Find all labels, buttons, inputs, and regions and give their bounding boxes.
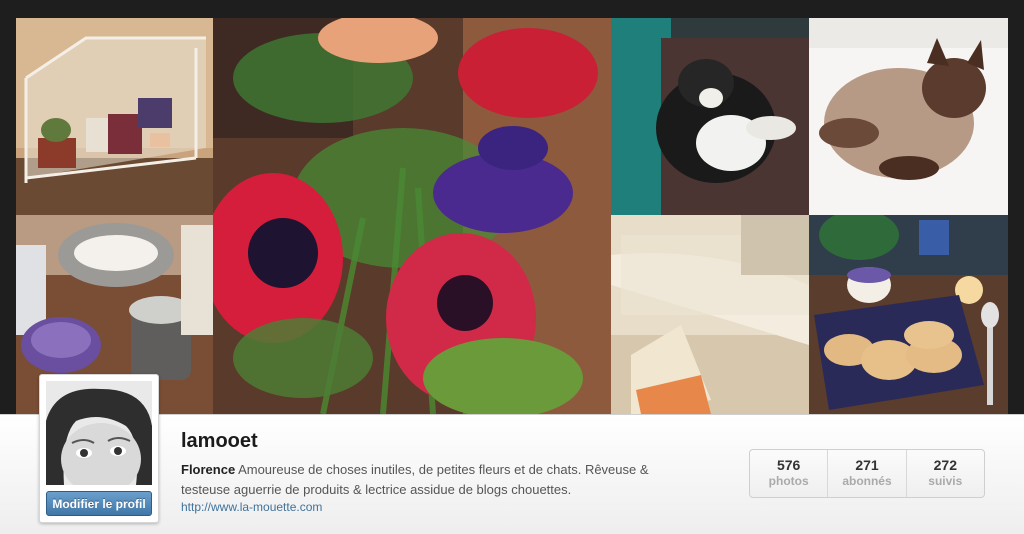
profile-bio-text: Amoureuse de choses inutiles, de petites…	[181, 462, 649, 497]
greenhouse-photo[interactable]	[16, 18, 213, 215]
profile-website-link[interactable]: http://www.la-mouette.com	[181, 500, 322, 514]
avatar-card: Modifier le profil	[39, 374, 159, 523]
profile-username: lamooet	[181, 430, 258, 452]
stat-following-count: 272	[933, 457, 957, 473]
stat-followers-count: 271	[855, 457, 879, 473]
edit-profile-button[interactable]: Modifier le profil	[46, 491, 152, 516]
stat-following-label: suivis	[928, 474, 963, 488]
breakfast-tray-photo[interactable]	[809, 215, 1008, 414]
stat-photos[interactable]: 576 photos	[750, 450, 827, 497]
stat-photos-count: 576	[776, 457, 801, 473]
cat-on-chair-photo[interactable]	[611, 18, 809, 215]
stat-followers[interactable]: 271 abonnés	[827, 450, 905, 497]
avatar[interactable]	[46, 381, 152, 485]
siamese-cat-photo[interactable]	[809, 18, 1008, 215]
profile-bio: Florence Amoureuse de choses inutiles, d…	[181, 460, 701, 500]
profile-stats: 576 photos 271 abonnés 272 suivis	[749, 449, 985, 498]
stat-photos-label: photos	[768, 474, 809, 488]
stat-followers-label: abonnés	[842, 474, 892, 488]
cover-collage	[16, 18, 1008, 414]
bathtub-book-photo[interactable]	[611, 215, 809, 414]
stat-following[interactable]: 272 suivis	[905, 450, 984, 497]
flowers-photo[interactable]	[213, 18, 611, 414]
profile-full-name: Florence	[181, 462, 236, 477]
